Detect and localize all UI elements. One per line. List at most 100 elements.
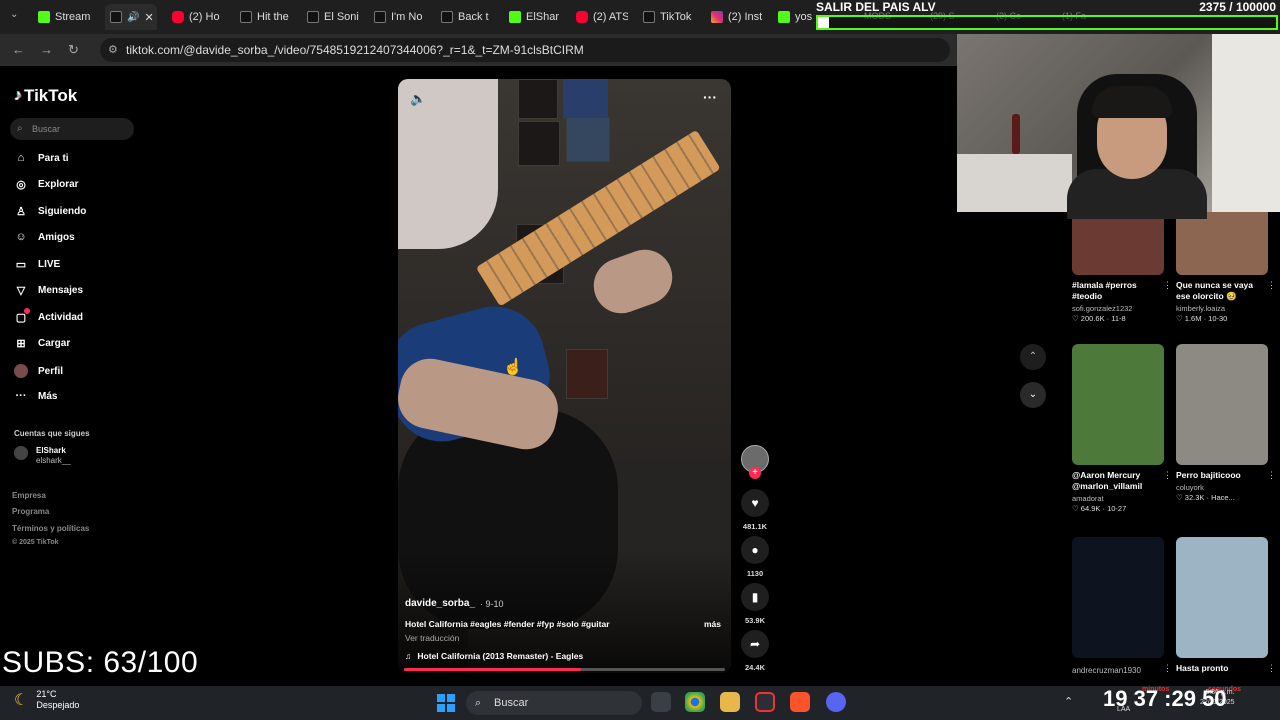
nav-item-actividad[interactable]: ▢ Actividad [14, 308, 83, 324]
video-card[interactable]: Que nunca se vaya ese olorcito 🥹 kimberl… [1176, 212, 1276, 323]
browser-tab[interactable]: Hit the [240, 4, 292, 30]
search-placeholder: Buscar [32, 124, 61, 134]
tab-label: Hit the [257, 11, 289, 23]
comment-count: 1130 [746, 569, 764, 578]
tiktok-icon [307, 11, 319, 23]
url-bar[interactable]: ⚙ tiktok.com/@davide_sorba_/video/754851… [100, 38, 950, 62]
video-card[interactable]: Hasta pronto ⋮ [1176, 537, 1276, 674]
friends-icon: ☺ [15, 231, 27, 243]
card-title: #lamala #perros #teodio [1072, 280, 1137, 301]
music-title: Hotel California (2013 Remaster) - Eagle… [417, 651, 584, 661]
nav-label: LIVE [38, 259, 61, 270]
address-bar-row: ← → ↻ ⚙ tiktok.com/@davide_sorba_/video/… [0, 34, 957, 66]
speaker-icon[interactable]: 🔊 [127, 12, 139, 23]
video-card[interactable]: @Aaron Mercury @marlon_villamil amadorat… [1072, 344, 1172, 513]
music-link[interactable]: ♫ Hotel California (2013 Remaster) - Eagl… [405, 651, 583, 661]
card-more-icon[interactable]: ⋮ [1267, 280, 1276, 291]
video-card[interactable]: #lamala #perros #teodio sofi.gonzalez123… [1072, 212, 1172, 323]
music-note-icon: ♫ [405, 651, 412, 661]
wall-poster [566, 349, 608, 399]
following-handle: elshark__ [36, 456, 71, 465]
browser-tab[interactable]: (2) Inst [711, 4, 767, 30]
nav-item-amigos[interactable]: ☺ Amigos [14, 231, 74, 243]
footer-link-programa[interactable]: Programa [12, 507, 49, 516]
comment-button[interactable]: ● [741, 536, 769, 564]
back-icon[interactable]: ← [12, 42, 25, 57]
wall-poster [563, 79, 608, 119]
tab-label: ElShar [526, 11, 560, 23]
card-more-icon[interactable]: ⋮ [1267, 470, 1276, 481]
nav-item-cargar[interactable]: ⊞ Cargar [14, 337, 70, 350]
card-title: Hasta pronto [1176, 663, 1229, 673]
footer-link-empresa[interactable]: Empresa [12, 491, 46, 500]
more-options-icon[interactable]: ··· [703, 89, 717, 105]
card-more-icon[interactable]: ⋮ [1267, 663, 1276, 674]
search-input[interactable]: ⌕ Buscar [10, 118, 134, 140]
kick-icon [778, 11, 790, 23]
card-more-icon[interactable]: ⋮ [1163, 470, 1172, 481]
tray-chevron-icon[interactable]: ⌃ [1064, 695, 1073, 708]
video-card[interactable]: ⋮ [1072, 537, 1172, 673]
nav-item-perfil[interactable]: Perfil [14, 364, 63, 378]
windows-start-icon[interactable] [437, 694, 455, 712]
footer-link-terminos[interactable]: Términos y políticas [12, 524, 89, 533]
card-more-icon[interactable]: ⋮ [1163, 280, 1172, 291]
video-card[interactable]: Perro bajiticooo coluyork ♡ 32.3K · Hace… [1176, 344, 1276, 502]
close-tab-icon[interactable]: ✕ [144, 11, 153, 24]
wall-poster [518, 79, 558, 119]
tiktok-logo[interactable]: ♪ TikTok [14, 86, 77, 106]
nav-item-explorar[interactable]: ◎ Explorar [14, 178, 78, 191]
next-video-button[interactable]: ⌄ [1020, 382, 1046, 408]
goal-progress-fill [818, 17, 829, 28]
video-author[interactable]: davide_sorba_ [405, 598, 475, 609]
browser-tab[interactable]: I'm No [374, 4, 426, 30]
like-button[interactable]: ♥ [741, 489, 769, 517]
browser-tab[interactable]: Back t [441, 4, 493, 30]
weather-widget[interactable]: ☾ 21°C Despejado [14, 689, 79, 711]
previous-video-button[interactable]: ⌃ [1020, 344, 1046, 370]
chrome-icon[interactable] [685, 692, 705, 712]
share-button[interactable]: ➦ [741, 630, 769, 658]
tab-search-chevron-icon[interactable]: ⌄ [10, 9, 18, 20]
nav-item-live[interactable]: ▭ LIVE [14, 258, 60, 271]
tiktok-note-icon: ♪ [14, 87, 22, 104]
discord-icon[interactable] [826, 692, 846, 712]
browser-tab[interactable]: (2) Ho [172, 4, 224, 30]
taskbar-search[interactable]: ⌕ Buscar [466, 691, 642, 715]
card-stats: ♡ 1.6M · 10-30 [1176, 314, 1228, 323]
task-view-icon[interactable] [651, 692, 671, 712]
browser-tab[interactable]: (2) ATS [576, 4, 628, 30]
video-thumbnail [1072, 537, 1164, 658]
messages-icon: ▽ [16, 285, 26, 297]
save-button[interactable]: ▮ [741, 583, 769, 611]
browser-tab[interactable]: El Soni [307, 4, 359, 30]
video-player[interactable]: 🔈 ··· davide_sorba_ · 9-10 Hotel Califor… [398, 79, 731, 673]
caption-more-button[interactable]: más [704, 619, 721, 629]
nav-item-mas[interactable]: ··· Más [14, 390, 58, 402]
fretting-hand [586, 241, 680, 322]
reload-icon[interactable]: ↻ [68, 42, 79, 58]
app-icon[interactable] [755, 692, 775, 712]
browser-tab-active[interactable]: 🔊 ✕ [105, 4, 157, 30]
follow-plus-icon[interactable]: + [749, 467, 761, 479]
following-account[interactable]: ElShark elshark__ [14, 446, 71, 466]
file-explorer-icon[interactable] [720, 692, 740, 712]
nav-item-para-ti[interactable]: ⌂ Para ti [14, 152, 69, 164]
browser-tab[interactable]: ElShar [509, 4, 561, 30]
brave-icon[interactable] [790, 692, 810, 712]
youtube-icon [576, 11, 588, 23]
nav-item-mensajes[interactable]: ▽ Mensajes [14, 284, 83, 297]
mouse-cursor-icon: ☝ [503, 359, 523, 376]
site-info-icon[interactable]: ⚙ [108, 38, 118, 62]
see-translation-link[interactable]: Ver traducción [405, 633, 459, 643]
volume-icon[interactable]: 🔈 [410, 91, 426, 107]
browser-tab[interactable]: Stream [38, 4, 94, 30]
card-more-icon[interactable]: ⋮ [1163, 663, 1172, 674]
forward-icon[interactable]: → [40, 42, 53, 57]
moon-icon: ☾ [14, 692, 29, 709]
browser-tab[interactable]: yos [778, 4, 814, 30]
browser-tab[interactable]: TikTok [643, 4, 695, 30]
nav-item-siguiendo[interactable]: ♙ Siguiendo [14, 205, 86, 218]
video-progress-bar[interactable] [404, 668, 725, 671]
wall-poster [566, 117, 610, 162]
